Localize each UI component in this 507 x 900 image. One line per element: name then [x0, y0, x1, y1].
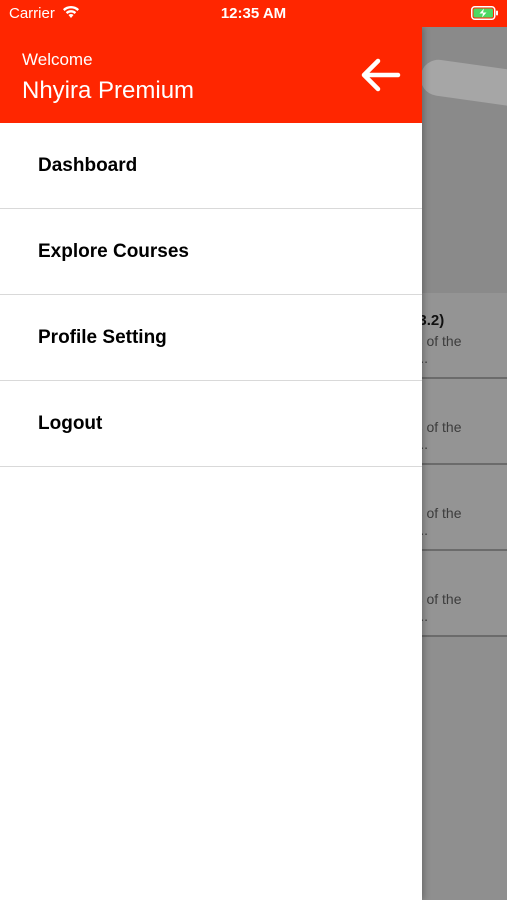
menu-item-label: Logout	[38, 413, 103, 434]
clock: 12:35 AM	[220, 5, 287, 22]
status-bar: Carrier 12:35 AM	[0, 0, 507, 27]
menu-item-profile-setting[interactable]: Profile Setting	[0, 295, 422, 381]
drawer-header: Welcome Nhyira Premium	[0, 27, 422, 123]
menu-item-label: Dashboard	[38, 155, 138, 176]
menu-item-explore-courses[interactable]: Explore Courses	[0, 209, 422, 295]
menu-item-label: Explore Courses	[38, 241, 189, 262]
drawer-menu: Dashboard Explore Courses Profile Settin…	[0, 123, 422, 467]
menu-item-label: Profile Setting	[38, 327, 167, 348]
banner-highlight	[418, 57, 507, 113]
user-name: Nhyira Premium	[22, 77, 195, 104]
arrow-left-icon[interactable]	[358, 55, 402, 95]
navigation-drawer: Welcome Nhyira Premium Dashboard Explore…	[0, 27, 422, 900]
battery-charging-icon	[471, 6, 498, 20]
menu-item-logout[interactable]: Logout	[0, 381, 422, 467]
menu-item-dashboard[interactable]: Dashboard	[0, 123, 422, 209]
welcome-label: Welcome	[22, 50, 93, 69]
